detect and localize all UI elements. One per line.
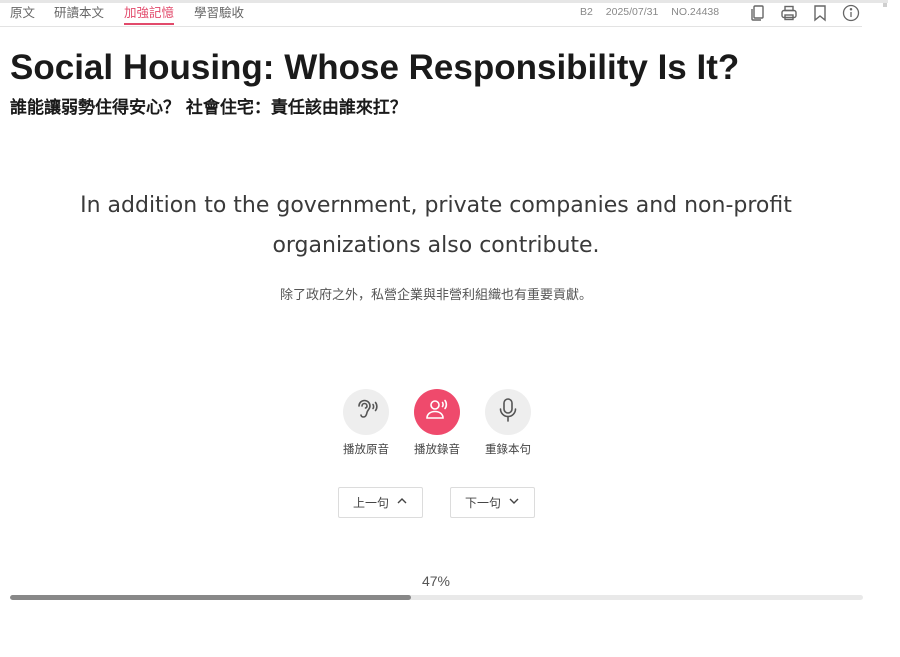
microphone-icon	[493, 395, 523, 429]
prev-sentence-label: 上一句	[352, 496, 389, 510]
progress-percent: 47%	[421, 573, 451, 589]
copy-icon[interactable]	[749, 4, 767, 22]
article-meta: B2 2025/07/31 NO.24438	[580, 6, 729, 18]
tab-study[interactable]: 研讀本文	[54, 4, 104, 22]
ear-sound-icon	[351, 395, 381, 429]
person-voice-icon	[422, 395, 452, 429]
rerecord-circle	[485, 389, 531, 435]
play-original-circle	[343, 389, 389, 435]
tab-memory[interactable]: 加強記憶	[124, 4, 175, 25]
chevron-up-icon	[389, 495, 408, 510]
top-divider	[0, 0, 888, 3]
tab-quiz[interactable]: 學習驗收	[194, 4, 244, 22]
info-icon[interactable]	[842, 4, 860, 22]
tab-original[interactable]: 原文	[10, 4, 35, 22]
play-recording-label: 播放錄音	[414, 442, 460, 456]
rerecord-label: 重錄本句	[485, 442, 531, 456]
play-recording-button[interactable]: 播放錄音	[407, 389, 467, 457]
page: 原文 研讀本文 加強記憶 學習驗收 B2 2025/07/31 NO.24438	[0, 0, 900, 657]
sentence-translation: 除了政府之外，私營企業與非營利組織也有重要貢獻。	[279, 288, 592, 303]
top-bar: 原文 研讀本文 加強記憶 學習驗收 B2 2025/07/31 NO.24438	[0, 4, 862, 27]
play-original-button[interactable]: 播放原音	[336, 389, 396, 457]
prev-sentence-button[interactable]: 上一句	[338, 487, 423, 518]
next-sentence-button[interactable]: 下一句	[450, 487, 535, 518]
chevron-down-icon	[501, 495, 520, 510]
issue-number: NO.24438	[671, 6, 720, 18]
article-title: Social Housing: Whose Responsibility Is …	[10, 48, 740, 87]
rerecord-button[interactable]: 重錄本句	[478, 389, 538, 457]
play-recording-circle	[414, 389, 460, 435]
progress-bar	[10, 595, 863, 600]
sentence-english: In addition to the government, private c…	[80, 193, 792, 258]
level-badge: B2	[580, 6, 593, 18]
bookmark-icon[interactable]	[811, 4, 829, 22]
article-subtitle: 誰能讓弱勢住得安心？ 社會住宅：責任該由誰來扛？	[10, 98, 407, 118]
issue-date: 2025/07/31	[605, 6, 659, 18]
progress-fill	[10, 595, 411, 600]
next-sentence-label: 下一句	[464, 496, 501, 510]
print-icon[interactable]	[780, 4, 798, 22]
scroll-indicator	[883, 3, 887, 7]
play-original-label: 播放原音	[343, 442, 389, 456]
